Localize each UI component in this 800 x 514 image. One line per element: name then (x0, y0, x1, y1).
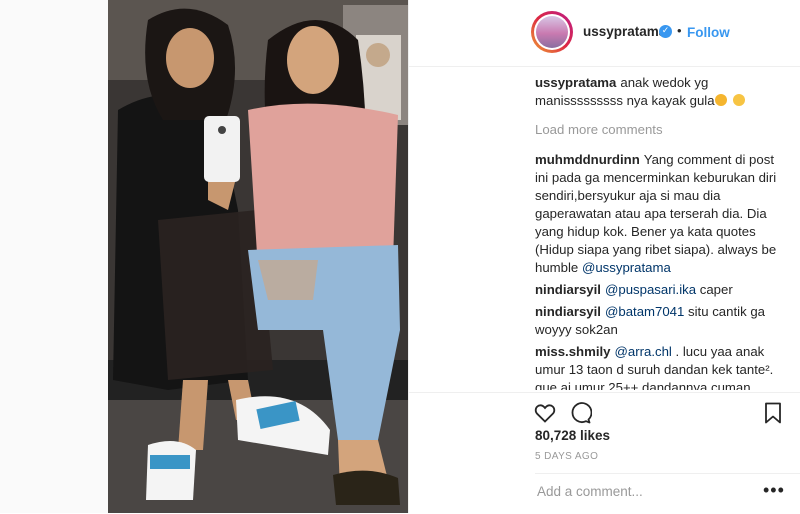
heart-eyes-emoji-icon (714, 94, 727, 106)
caption: ussypratama anak wedok yg manisssssssss n… (535, 74, 785, 110)
comment-mention[interactable]: @arra.chl (615, 344, 672, 359)
separator-dot: • (677, 23, 682, 38)
comment-mention[interactable]: @puspasari.ika (605, 282, 696, 297)
header-username[interactable]: ussypratama (583, 24, 666, 39)
add-comment-bar: ••• (535, 473, 800, 514)
follow-button[interactable]: Follow (687, 25, 730, 40)
story-ring[interactable] (531, 11, 573, 53)
more-options-icon[interactable]: ••• (763, 480, 785, 501)
comment-username[interactable]: miss.shmily (535, 344, 611, 359)
verified-badge-icon: ✓ (659, 25, 672, 38)
post-sidebar: ussypratama ✓ • Follow ussypratama anak w… (409, 0, 800, 513)
comment-item: miss.shmily @arra.chl . lucu yaa anak umu… (535, 343, 785, 390)
timestamp[interactable]: 5 DAYS AGO (535, 451, 598, 462)
post-photo-illustration (108, 0, 408, 513)
comment-item: muhmddnurdinn Yang comment di post ini pa… (535, 151, 785, 277)
comment-item: nindiarsyil @batam7041 situ cantik ga woy… (535, 303, 785, 339)
likes-count[interactable]: 80,728 likes (535, 428, 610, 443)
bookmark-icon[interactable] (761, 401, 785, 425)
caption-username[interactable]: ussypratama (535, 75, 616, 90)
comment-username[interactable]: nindiarsyil (535, 282, 601, 297)
comment-item: nindiarsyil @puspasari.ika caper (535, 281, 785, 299)
avatar-image (536, 16, 568, 48)
page-backdrop (0, 0, 108, 513)
comment-text: caper (699, 282, 733, 297)
comment-mention[interactable]: @ussypratama (582, 260, 671, 275)
heart-icon[interactable] (533, 401, 557, 425)
post-header: ussypratama ✓ • Follow (409, 0, 800, 67)
action-bar: 80,728 likes 5 DAYS AGO ••• (409, 392, 800, 513)
comment-text: Yang comment di post ini pada ga mencerm… (535, 152, 777, 275)
comment-username[interactable]: nindiarsyil (535, 304, 601, 319)
comments-list[interactable]: ussypratama anak wedok yg manisssssssss n… (535, 74, 785, 390)
comment-username[interactable]: muhmddnurdinn (535, 152, 640, 167)
load-more-comments-button[interactable]: Load more comments (535, 121, 785, 139)
add-comment-input[interactable] (535, 483, 759, 500)
post-photo[interactable] (108, 0, 408, 513)
avatar[interactable] (534, 14, 570, 50)
comment-icon[interactable] (568, 401, 593, 425)
comment-mention[interactable]: @batam7041 (605, 304, 684, 319)
grinning-emoji-icon (732, 94, 745, 106)
